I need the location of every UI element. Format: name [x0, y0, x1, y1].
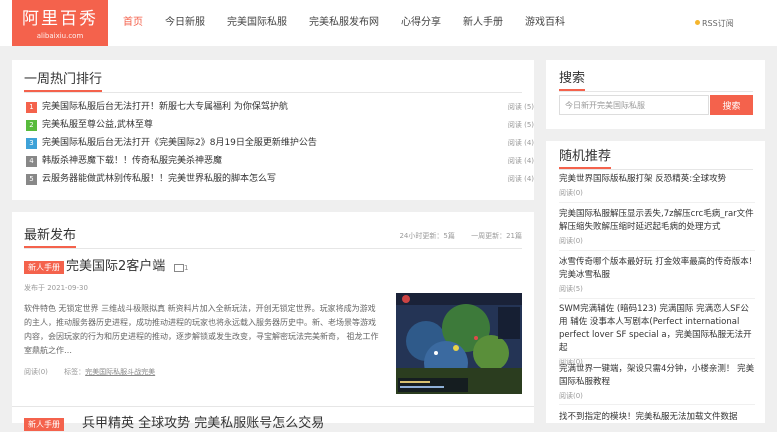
nav-item-newbie[interactable]: 新人手册 — [452, 0, 514, 46]
hot-item-reads: 阅读 (5) — [507, 121, 534, 129]
image-icon — [174, 264, 184, 272]
hot-item[interactable]: 5 云服务器能做武林别传私服！！完美世界私服的脚本怎么写 阅读 (4) — [26, 171, 534, 189]
hot-item[interactable]: 2 完美私服至尊公益,武林至尊 阅读 (5) — [26, 117, 534, 135]
article-reads: 阅读(0) — [24, 368, 48, 376]
rank-badge: 5 — [26, 174, 37, 185]
rank-badge: 4 — [26, 156, 37, 167]
random-item[interactable]: 完美世界国际版私服打架 反恐精英:全球攻势 阅读(0) — [559, 173, 755, 198]
main-nav: 首页 今日新服 完美国际私服 完美私服发布网 心得分享 新人手册 游戏百科 — [112, 0, 576, 46]
article-tags-label: 标签： — [64, 368, 86, 376]
hot-item-reads: 阅读 (4) — [507, 139, 534, 147]
random-item-reads: 阅读(0) — [559, 392, 583, 400]
logo-title: 阿里百秀 — [22, 9, 98, 29]
random-divider — [559, 404, 755, 405]
nav-item-tips[interactable]: 心得分享 — [390, 0, 452, 46]
latest-title-divider — [24, 248, 522, 249]
random-item-title[interactable]: SWM完满辅佐 (暗码123) 完满国际 完满恋人SF公用 辅佐 没事本人写剧本… — [559, 303, 755, 355]
random-item-title[interactable]: 完美世界国际版私服打架 反恐精英:全球攻势 — [559, 173, 755, 186]
rank-badge: 1 — [26, 102, 37, 113]
random-panel-title: 随机推荐 — [559, 149, 612, 169]
random-divider — [559, 202, 755, 203]
random-divider — [559, 250, 755, 251]
hot-item-title[interactable]: 完美私服至尊公益,武林至尊 — [42, 119, 153, 131]
nav-item-pw-release[interactable]: 完美私服发布网 — [298, 0, 390, 46]
article-category-tag[interactable]: 新人手册 — [24, 261, 64, 274]
random-item-title[interactable]: 冰雪传奇哪个版本最好玩 打金效率最高的传奇版本!完美冰雪私服 — [559, 256, 755, 282]
random-divider — [559, 358, 755, 359]
rss-label: RSS订阅 — [702, 19, 734, 28]
random-item-title[interactable]: 找不到指定的模块！完美私服无法加载文件数据 — [559, 411, 755, 424]
image-count: 1 — [184, 264, 189, 272]
hot-item-title[interactable]: 云服务器能做武林别传私服！！完美世界私服的脚本怎么写 — [42, 173, 276, 185]
hot-item[interactable]: 4 韩版杀神恶魔下载！！传奇私服完美杀神恶魔 阅读 (4) — [26, 153, 534, 171]
stat-24h: 24小时更新：5篇 — [399, 232, 455, 240]
article2-category-tag[interactable]: 新人手册 — [24, 418, 64, 431]
hot-item-reads: 阅读 (4) — [507, 157, 534, 165]
rank-badge: 3 — [26, 138, 37, 149]
hot-panel-title: 一周热门排行 — [24, 72, 103, 92]
random-item[interactable]: 完美国际私服解压显示丢失,7z解压crc毛病_rar文件解压缩失败解压缩时延迟起… — [559, 208, 755, 246]
article-divider — [12, 406, 534, 407]
rank-badge: 2 — [26, 120, 37, 131]
game-screenshot-image — [396, 293, 522, 394]
random-title-divider — [559, 169, 753, 170]
nav-item-wiki[interactable]: 游戏百科 — [514, 0, 576, 46]
article2-title[interactable]: 兵甲精英 全球攻势 完美私服账号怎么交易 — [82, 416, 324, 432]
article-tag-link[interactable]: 完美国际私服斗战完美 — [85, 368, 155, 376]
stat-week: 一周更新：21篇 — [471, 232, 522, 240]
hot-item-title[interactable]: 完美国际私服后台无法打开！新服七大专属福利 为你保驾护航 — [42, 101, 288, 113]
random-item[interactable]: 完满世界一键端，架设只需4分钟，小楼亲测！ 完美国际私服教程 阅读(0) — [559, 363, 755, 401]
random-item-reads: 阅读(5) — [559, 285, 583, 293]
site-header: 阿里百秀 alibaixiu.com 首页 今日新服 完美国际私服 完美私服发布… — [0, 0, 777, 46]
rss-icon — [695, 20, 700, 25]
article-meta: 阅读(0) 标签：完美国际私服斗战完美 — [24, 367, 155, 377]
article-summary: 软件特色 无锁定世界 三维战斗极限拟真 新资料片加入全新玩法，开创无锁定世界。玩… — [24, 304, 379, 355]
search-button[interactable]: 搜索 — [710, 95, 753, 115]
hot-item-title[interactable]: 韩版杀神恶魔下载！！传奇私服完美杀神恶魔 — [42, 155, 222, 167]
article-title[interactable]: 完美国际2客户端 — [66, 259, 165, 275]
hot-item-reads: 阅读 (5) — [507, 103, 534, 111]
article-date: 发布于 2021-09-30 — [24, 284, 88, 292]
hot-item[interactable]: 3 完美国际私服后台无法打开《完美国际2》8月19日全服更新维护公告 阅读 (4… — [26, 135, 534, 153]
random-item[interactable]: 找不到指定的模块！完美私服无法加载文件数据 — [559, 411, 755, 424]
hot-item-reads: 阅读 (4) — [507, 175, 534, 183]
latest-stats: 24小时更新：5篇 一周更新：21篇 — [385, 231, 522, 241]
random-item-reads: 阅读(0) — [559, 189, 583, 197]
nav-item-pw-intl[interactable]: 完美国际私服 — [216, 0, 298, 46]
random-item-reads: 阅读(0) — [559, 237, 583, 245]
hot-list: 1 完美国际私服后台无法打开！新服七大专属福利 为你保驾护航 阅读 (5) 2 … — [26, 99, 534, 189]
nav-item-home[interactable]: 首页 — [112, 0, 154, 46]
logo-domain: alibaixiu.com — [36, 32, 84, 40]
site-logo[interactable]: 阿里百秀 alibaixiu.com — [12, 0, 108, 46]
search-panel-title: 搜索 — [559, 71, 586, 91]
random-divider — [559, 298, 755, 299]
latest-panel-title: 最新发布 — [24, 228, 77, 248]
hot-item-title[interactable]: 完美国际私服后台无法打开《完美国际2》8月19日全服更新维护公告 — [42, 137, 317, 149]
random-item-title[interactable]: 完满世界一键端，架设只需4分钟，小楼亲测！ 完美国际私服教程 — [559, 363, 755, 389]
article-thumbnail[interactable] — [396, 293, 522, 394]
nav-item-new-servers[interactable]: 今日新服 — [154, 0, 216, 46]
search-title-divider — [559, 91, 753, 92]
hot-item[interactable]: 1 完美国际私服后台无法打开！新服七大专属福利 为你保驾护航 阅读 (5) — [26, 99, 534, 117]
search-input[interactable] — [559, 95, 709, 115]
hot-title-divider — [24, 92, 522, 93]
random-item-title[interactable]: 完美国际私服解压显示丢失,7z解压crc毛病_rar文件解压缩失败解压缩时延迟起… — [559, 208, 755, 234]
rss-link[interactable]: RSS订阅 — [695, 19, 734, 29]
random-item[interactable]: 冰雪传奇哪个版本最好玩 打金效率最高的传奇版本!完美冰雪私服 阅读(5) — [559, 256, 755, 294]
